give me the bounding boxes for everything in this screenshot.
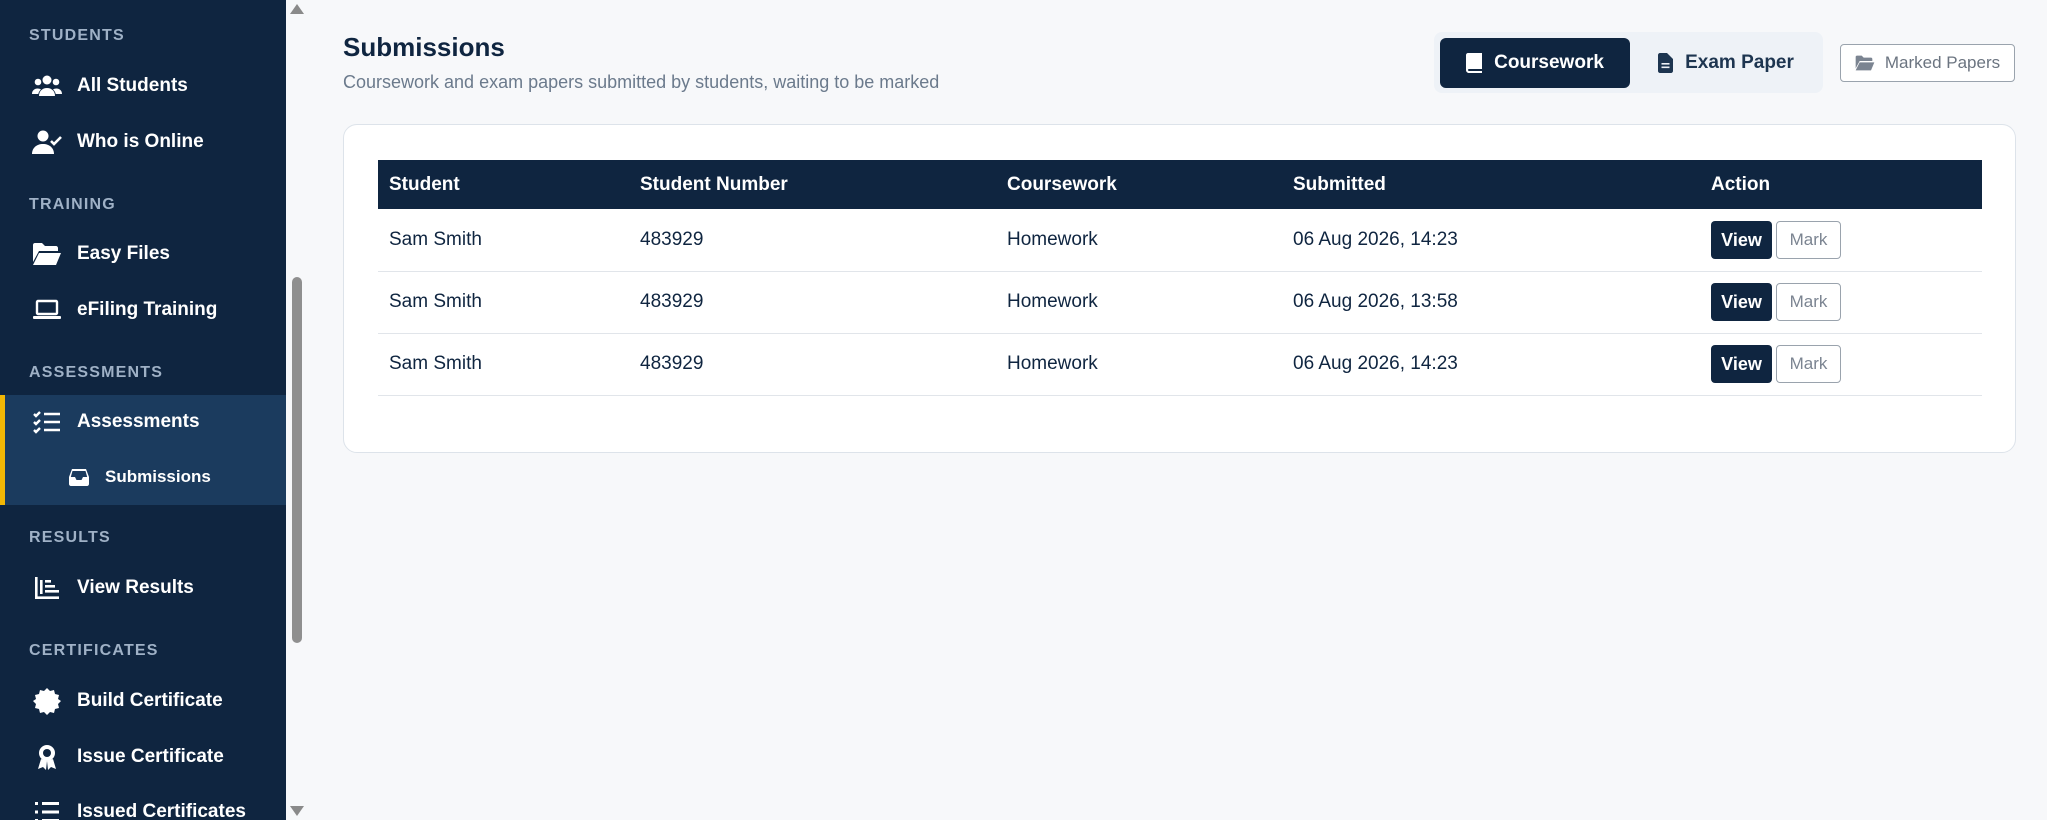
users-icon [31,70,63,102]
sidebar-item-label: Easy Files [77,243,170,264]
submissions-table: Student Student Number Coursework Submit… [378,160,1982,396]
award-icon [31,741,63,773]
certificate-icon [31,685,63,717]
cell-coursework: Homework [1007,353,1098,374]
book-icon [1466,53,1483,73]
sidebar-item-label: Issue Certificate [77,746,224,767]
scroll-down-arrow-icon[interactable] [290,806,304,816]
cell-submitted: 06 Aug 2026, 13:58 [1293,291,1458,312]
view-button[interactable]: View [1711,345,1772,383]
inbox-icon [66,464,92,490]
sidebar-item-label: Assessments [77,411,200,432]
scroll-up-arrow-icon[interactable] [290,4,304,14]
view-button[interactable]: View [1711,220,1772,259]
sidebar-item-all-students[interactable]: All Students [0,60,286,112]
column-header-student: Student [389,173,460,195]
cell-student: Sam Smith [389,228,482,250]
cell-student-number: 483929 [640,353,704,374]
column-header-coursework: Coursework [1007,173,1117,195]
cell-student-number: 483929 [640,291,704,312]
bar-chart-icon [31,572,63,604]
file-icon [1658,53,1674,73]
mark-button[interactable]: Mark [1776,345,1841,383]
sidebar-item-label: Issued Certificates [77,801,246,820]
user-check-icon [31,126,63,158]
table-header-row: Student Student Number Coursework Submit… [378,160,1982,209]
sidebar-item-issue-certificate[interactable]: Issue Certificate [0,731,286,783]
sidebar-item-label: View Results [77,577,194,598]
laptop-icon [31,294,63,326]
cell-student-number: 483929 [640,228,704,250]
folder-open-icon [31,238,63,270]
tab-exam-paper[interactable]: Exam Paper [1634,38,1818,88]
tab-coursework[interactable]: Coursework [1440,38,1630,88]
sidebar-item-label: Submissions [105,467,211,486]
sidebar-item-submissions[interactable]: Submissions [0,449,286,505]
table-row: Sam Smith 483929 Homework 06 Aug 2026, 1… [378,271,1982,333]
section-heading-students: STUDENTS [29,27,125,44]
mark-button[interactable]: Mark [1776,220,1841,259]
section-heading-certificates: CERTIFICATES [29,642,159,659]
sidebar-item-assessments[interactable]: Assessments [0,395,286,449]
submissions-card: Student Student Number Coursework Submit… [343,124,2016,453]
marked-papers-label: Marked Papers [1884,53,2001,72]
sidebar-item-issued-certificates[interactable]: Issued Certificates [0,786,286,820]
column-header-student-number: Student Number [640,173,788,195]
marked-papers-button[interactable]: Marked Papers [1840,44,2015,82]
cell-action: View Mark [1700,271,1982,333]
table-row: Sam Smith 483929 Homework 06 Aug 2026, 1… [378,333,1982,395]
cell-student: Sam Smith [389,353,482,374]
tab-label: Coursework [1494,52,1604,73]
sidebar: STUDENTS All Students Who is Online TRAI… [0,0,286,820]
submission-type-tabs: Coursework Exam Paper [1434,32,1823,93]
scrollbar-thumb[interactable] [292,277,302,643]
sidebar-item-label: eFiling Training [77,299,218,320]
cell-submitted: 06 Aug 2026, 14:23 [1293,228,1458,250]
sidebar-scrollbar[interactable] [286,0,308,820]
section-heading-assessments: ASSESSMENTS [29,364,164,381]
section-heading-training: TRAINING [29,196,116,213]
sidebar-item-efiling-training[interactable]: eFiling Training [0,284,286,336]
cell-coursework: Homework [1007,228,1098,250]
cell-action: View Mark [1700,333,1982,395]
column-header-submitted: Submitted [1293,173,1386,195]
sidebar-item-label: Build Certificate [77,690,223,711]
section-heading-results: RESULTS [29,529,111,546]
cell-student: Sam Smith [389,291,482,312]
mark-button[interactable]: Mark [1776,283,1841,321]
sidebar-item-label: All Students [77,75,188,96]
sidebar-item-who-is-online[interactable]: Who is Online [0,116,286,168]
sidebar-item-label: Who is Online [77,131,204,152]
sidebar-item-easy-files[interactable]: Easy Files [0,228,286,280]
view-button[interactable]: View [1711,283,1772,321]
column-header-action: Action [1711,173,1771,195]
tab-label: Exam Paper [1685,52,1794,73]
folder-open-icon [1855,55,1875,71]
cell-submitted: 06 Aug 2026, 14:23 [1293,353,1458,374]
list-check-icon [31,406,63,438]
cell-action: View Mark [1700,209,1982,271]
page-title: Submissions [343,32,505,62]
page-subtitle: Coursework and exam papers submitted by … [343,72,940,92]
cell-coursework: Homework [1007,291,1098,312]
sidebar-item-build-certificate[interactable]: Build Certificate [0,675,286,727]
sidebar-item-view-results[interactable]: View Results [0,562,286,614]
table-row: Sam Smith 483929 Homework 06 Aug 2026, 1… [378,209,1982,271]
list-icon [31,796,63,820]
